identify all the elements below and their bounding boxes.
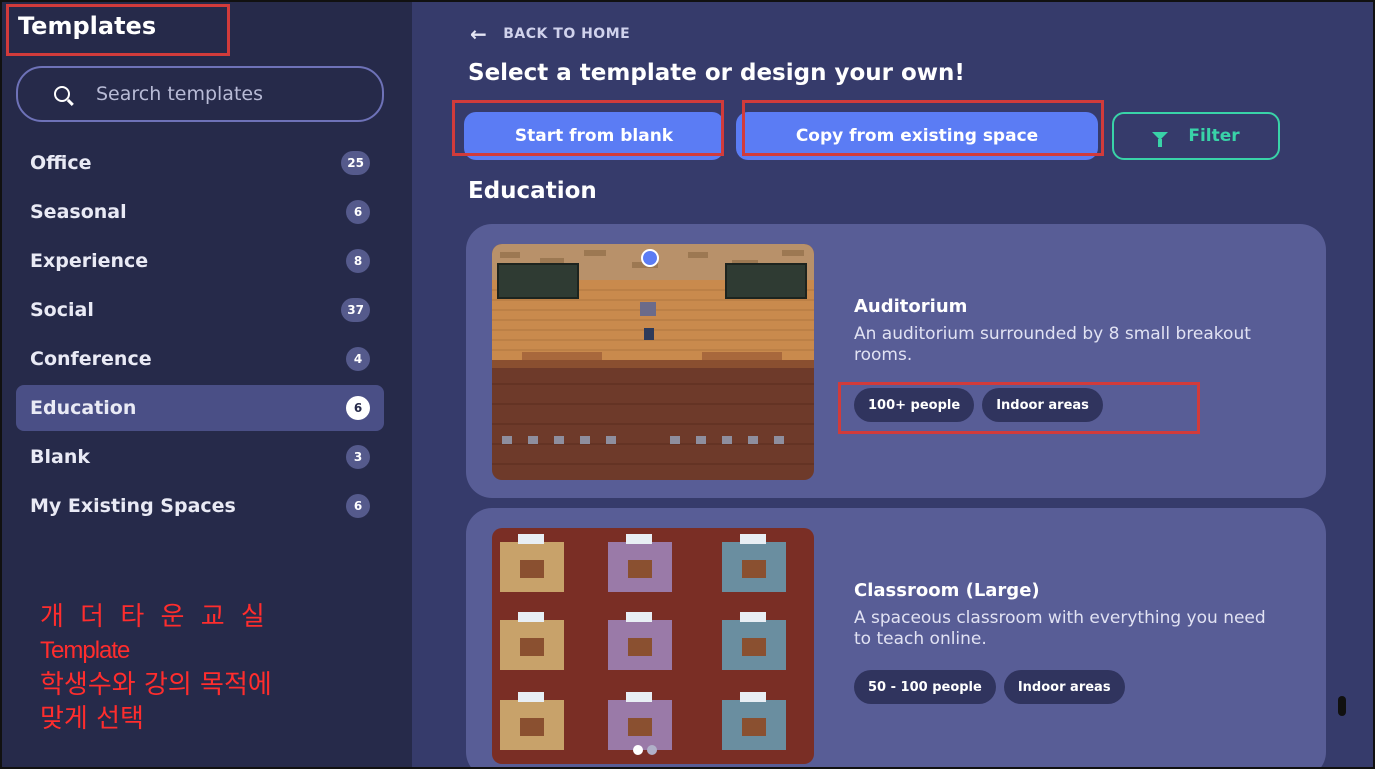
category-count-badge: 6 (346, 494, 370, 518)
search-input[interactable]: Search templates (16, 66, 384, 122)
category-seasonal[interactable]: Seasonal 6 (16, 189, 384, 235)
category-count-badge: 4 (346, 347, 370, 371)
classroom-thumbnail (492, 528, 814, 764)
template-card-classroom-large[interactable]: Classroom (Large) A spaceous classroom w… (466, 508, 1326, 767)
template-description: An auditorium surrounded by 8 small brea… (854, 324, 1251, 365)
category-blank[interactable]: Blank 3 (16, 434, 384, 480)
template-card-auditorium[interactable]: Auditorium An auditorium surrounded by 8… (466, 224, 1326, 498)
section-title: Education (468, 178, 597, 204)
template-title: Classroom (Large) (854, 580, 1040, 601)
highlight-box (6, 4, 230, 56)
category-education[interactable]: Education 6 (16, 385, 384, 431)
annotation-line: 개 더 타 운 교 실 (40, 602, 269, 632)
annotation-line: Template (40, 637, 130, 664)
search-placeholder: Search templates (96, 83, 263, 105)
template-description: A spaceous classroom with everything you… (854, 608, 1266, 649)
annotation-line: 학생수와 강의 목적에 (40, 670, 272, 700)
filter-icon (1152, 132, 1169, 147)
category-label: Education (30, 397, 137, 419)
search-icon (54, 86, 70, 102)
category-label: Blank (30, 446, 90, 468)
category-experience[interactable]: Experience 8 (16, 238, 384, 284)
category-count-badge: 6 (346, 200, 370, 224)
area-tag: Indoor areas (1003, 670, 1125, 704)
category-label: Office (30, 152, 92, 174)
back-arrow-icon: ← (470, 22, 488, 46)
category-count-badge: 25 (341, 151, 370, 175)
category-office[interactable]: Office 25 (16, 140, 384, 186)
filter-label: Filter (1188, 126, 1240, 146)
category-count-badge: 6 (346, 396, 370, 420)
template-tags: 50 - 100 people Indoor areas (854, 670, 1125, 704)
annotation-line: 맞게 선택 (40, 704, 144, 734)
category-my-existing-spaces[interactable]: My Existing Spaces 6 (16, 483, 384, 529)
category-social[interactable]: Social 37 (16, 287, 384, 333)
category-conference[interactable]: Conference 4 (16, 336, 384, 382)
highlight-box (452, 100, 724, 156)
template-title: Auditorium (854, 296, 968, 317)
highlight-box (838, 382, 1200, 434)
back-label: BACK TO HOME (503, 26, 631, 42)
category-count-badge: 3 (346, 445, 370, 469)
auditorium-thumbnail (492, 244, 814, 480)
annotation-note: 개 더 타 운 교 실 Template 학생수와 강의 목적에 맞게 선택 (40, 600, 272, 736)
filter-button[interactable]: Filter (1112, 112, 1280, 160)
page-title: Select a template or design your own! (468, 60, 965, 86)
category-label: Experience (30, 250, 149, 272)
scrollbar-handle[interactable] (1338, 696, 1346, 716)
category-label: Seasonal (30, 201, 127, 223)
category-label: Social (30, 299, 94, 321)
sidebar: Templates Search templates Office 25 Sea… (2, 2, 412, 767)
back-to-home-link[interactable]: ← BACK TO HOME (470, 22, 630, 46)
category-count-badge: 8 (346, 249, 370, 273)
category-label: Conference (30, 348, 152, 370)
capacity-tag: 50 - 100 people (854, 670, 996, 704)
category-count-badge: 37 (341, 298, 370, 322)
category-label: My Existing Spaces (30, 495, 236, 517)
highlight-box (742, 100, 1104, 156)
